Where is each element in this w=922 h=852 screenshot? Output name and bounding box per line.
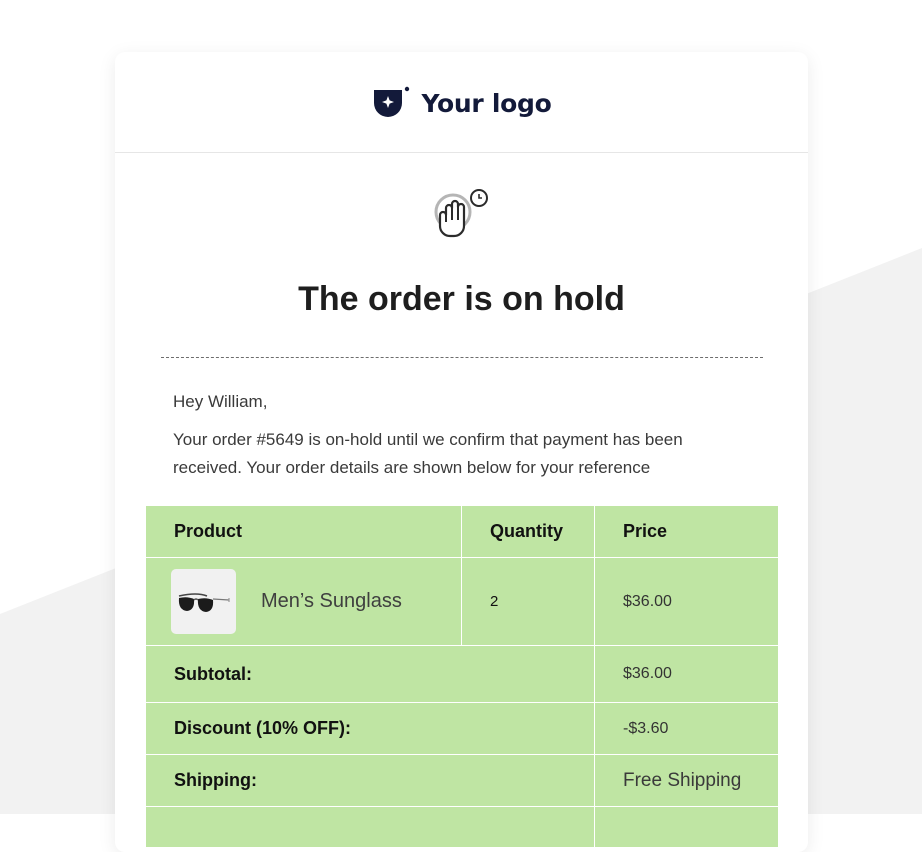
shipping-value: Free Shipping: [594, 754, 779, 807]
subtotal-value: $36.00: [594, 645, 779, 703]
order-table: Product Quantity Price Men’s Sunglass 2 …: [145, 505, 779, 848]
header-price: Price: [594, 505, 779, 558]
email-card: Your logo The order is on hold Hey Willi…: [115, 52, 808, 852]
brand-logo[interactable]: Your logo: [372, 86, 552, 120]
table-row: Men’s Sunglass 2 $36.00: [145, 557, 779, 646]
product-thumbnail[interactable]: [171, 569, 236, 634]
table-row: [145, 806, 779, 848]
subtotal-label: Subtotal:: [145, 645, 595, 703]
page-title: The order is on hold: [298, 280, 625, 318]
product-price: $36.00: [594, 557, 779, 646]
next-row-value: [594, 806, 779, 848]
product-name: Men’s Sunglass: [261, 590, 402, 612]
dashed-divider: [161, 357, 763, 358]
product-cell: Men’s Sunglass: [145, 557, 462, 646]
hand-hold-clock-icon: [434, 189, 488, 238]
greeting-text: Hey William,: [173, 392, 268, 411]
next-row-cell: [145, 806, 595, 848]
header-quantity: Quantity: [461, 505, 595, 558]
shipping-label: Shipping:: [145, 754, 595, 807]
logo-text: Your logo: [421, 88, 552, 118]
discount-value: -$3.60: [594, 702, 779, 755]
shipping-row: Shipping: Free Shipping: [145, 754, 779, 807]
email-header: Your logo: [115, 52, 808, 153]
subtotal-row: Subtotal: $36.00: [145, 645, 779, 703]
header-product: Product: [145, 505, 462, 558]
sunglasses-icon: [178, 592, 230, 612]
discount-row: Discount (10% OFF): -$3.60: [145, 702, 779, 755]
logo-icon: [373, 86, 409, 117]
product-quantity: 2: [461, 557, 595, 646]
discount-label: Discount (10% OFF):: [145, 702, 595, 755]
order-message: Your order #5649 is on-hold until we con…: [173, 430, 683, 477]
table-header-row: Product Quantity Price: [145, 505, 779, 558]
